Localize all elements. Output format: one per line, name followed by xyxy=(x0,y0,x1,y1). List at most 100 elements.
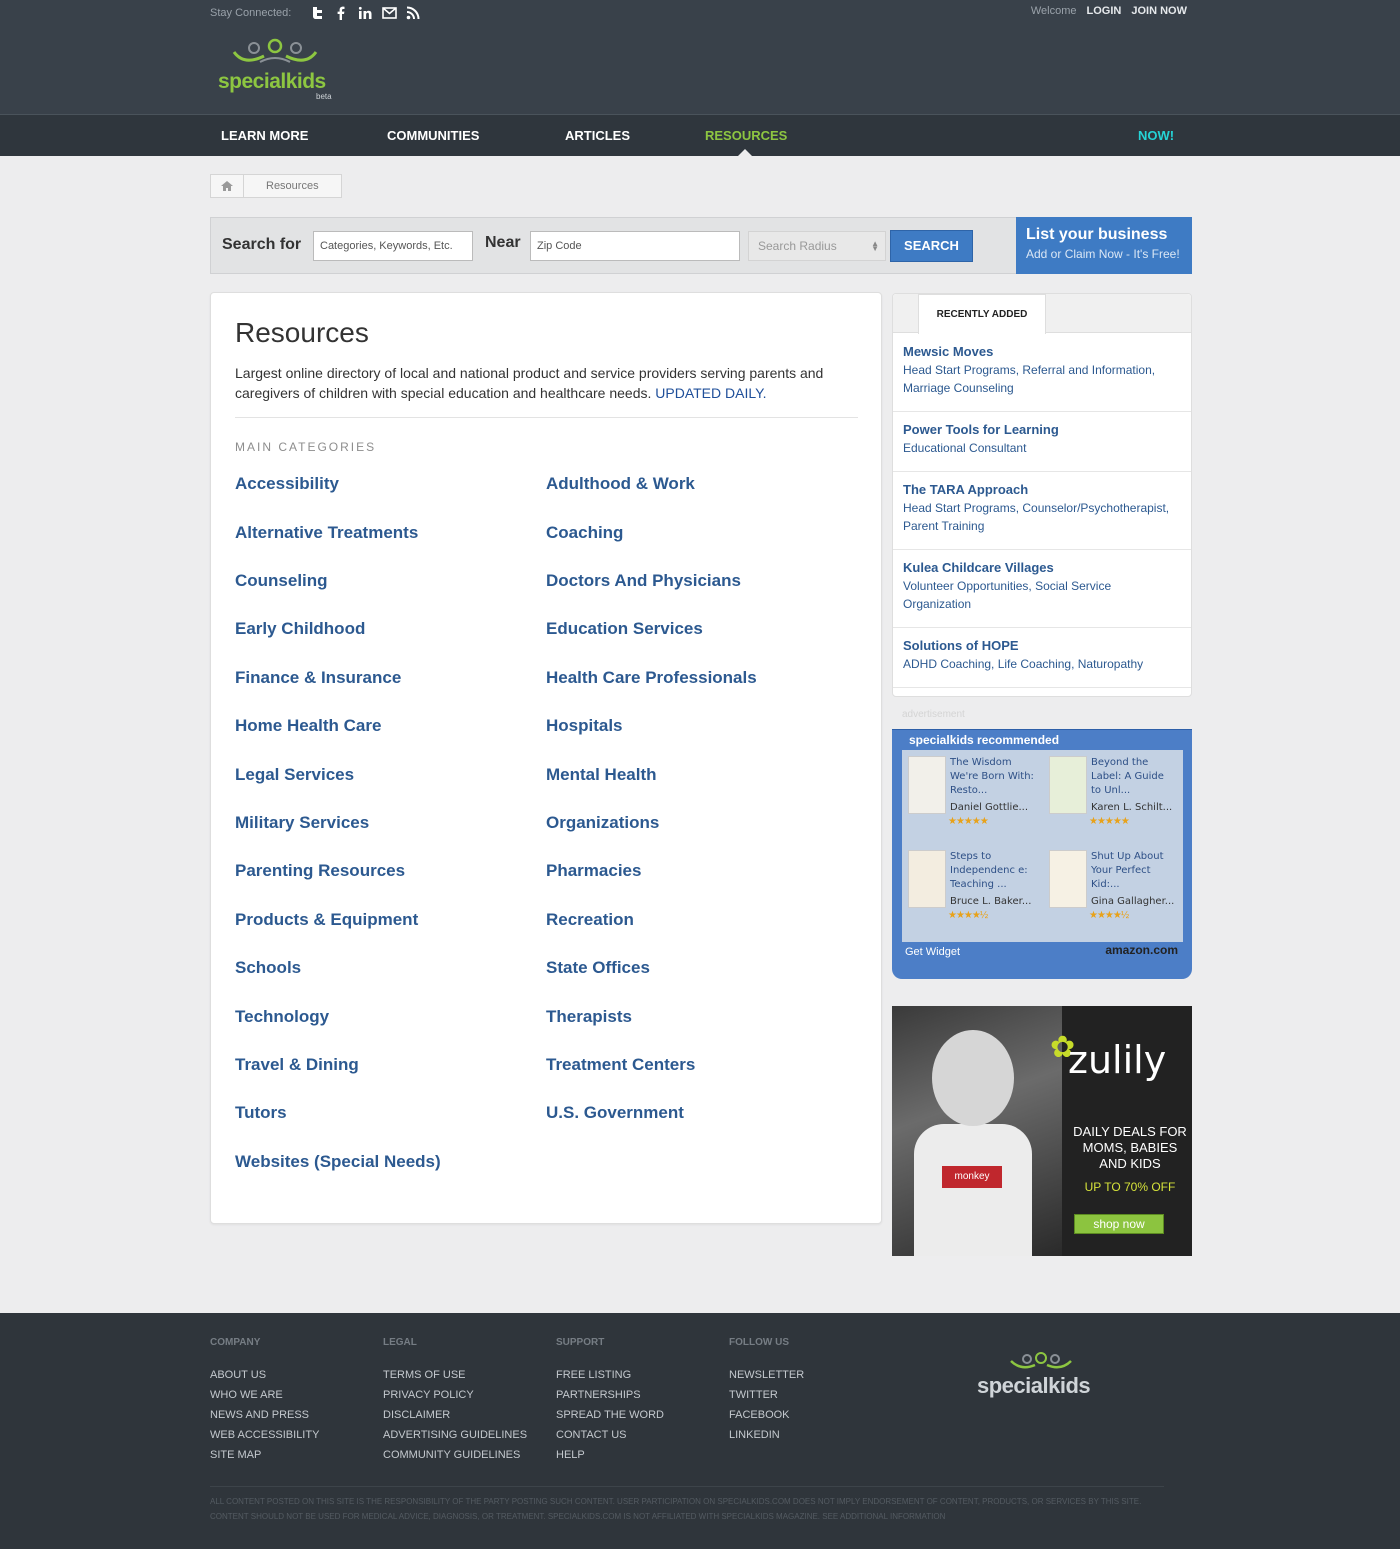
category-link[interactable]: Coaching xyxy=(546,523,623,543)
linkedin-icon[interactable] xyxy=(357,5,373,21)
footer-link[interactable]: ADVERTISING GUIDELINES xyxy=(383,1425,527,1445)
rss-icon[interactable] xyxy=(405,5,421,21)
category-link[interactable]: Tutors xyxy=(235,1103,287,1123)
listing-name[interactable]: Solutions of HOPE xyxy=(903,638,1181,653)
footer-link[interactable]: SITE MAP xyxy=(210,1445,319,1465)
baby-shirt xyxy=(914,1124,1032,1256)
footer-logo-text: specialkids xyxy=(977,1373,1091,1398)
category-link[interactable]: Recreation xyxy=(546,910,634,930)
category-link[interactable]: Technology xyxy=(235,1007,329,1027)
nav-resources[interactable]: RESOURCES xyxy=(705,128,787,143)
shop-now-button[interactable]: shop now xyxy=(1074,1214,1164,1234)
book-title[interactable]: Shut Up About Your Perfect Kid:... xyxy=(1091,850,1177,892)
nav-now[interactable]: NOW! xyxy=(1138,128,1174,143)
list-item[interactable]: The TARA Approach Head Start Programs, C… xyxy=(893,472,1191,550)
site-logo[interactable]: specialkids beta xyxy=(218,38,348,101)
book-item[interactable]: The Wisdom We're Born With: Resto... Dan… xyxy=(902,750,1042,840)
footer-link[interactable]: PARTNERSHIPS xyxy=(556,1385,664,1405)
book-title[interactable]: Steps to Independenc e: Teaching ... xyxy=(950,850,1036,892)
listing-name[interactable]: Power Tools for Learning xyxy=(903,422,1181,437)
category-link[interactable]: Travel & Dining xyxy=(235,1055,359,1075)
category-link[interactable]: Websites (Special Needs) xyxy=(235,1152,441,1172)
category-link[interactable]: Home Health Care xyxy=(235,716,381,736)
list-business-button[interactable]: List your business Add or Claim Now - It… xyxy=(1016,217,1192,274)
search-radius-select[interactable]: Search Radius ▲ ▼ xyxy=(748,231,886,261)
footer-link[interactable]: DISCLAIMER xyxy=(383,1405,527,1425)
category-link[interactable]: Alternative Treatments xyxy=(235,523,418,543)
book-title[interactable]: The Wisdom We're Born With: Resto... xyxy=(950,756,1036,798)
listing-categories[interactable]: Educational Consultant xyxy=(903,439,1181,457)
category-link[interactable]: Pharmacies xyxy=(546,861,641,881)
category-link[interactable]: Parenting Resources xyxy=(235,861,405,881)
join-now-link[interactable]: JOIN NOW xyxy=(1131,5,1187,17)
amazon-logo[interactable]: amazon.com xyxy=(1105,943,1178,957)
login-link[interactable]: LOGIN xyxy=(1087,5,1122,17)
search-button[interactable]: SEARCH xyxy=(890,230,973,262)
footer-link[interactable]: NEWS AND PRESS xyxy=(210,1405,319,1425)
category-link[interactable]: Hospitals xyxy=(546,716,623,736)
listing-name[interactable]: The TARA Approach xyxy=(903,482,1181,497)
listing-categories[interactable]: ADHD Coaching, Life Coaching, Naturopath… xyxy=(903,655,1181,673)
list-item[interactable]: Solutions of HOPE ADHD Coaching, Life Co… xyxy=(893,628,1191,688)
footer-link[interactable]: LINKEDIN xyxy=(729,1425,804,1445)
listing-name[interactable]: Kulea Childcare Villages xyxy=(903,560,1181,575)
category-link[interactable]: Military Services xyxy=(235,813,369,833)
listing-categories[interactable]: Volunteer Opportunities, Social Service … xyxy=(903,577,1181,613)
category-link[interactable]: Accessibility xyxy=(235,474,339,494)
book-item[interactable]: Beyond the Label: A Guide to Unl... Kare… xyxy=(1043,750,1183,840)
category-link[interactable]: U.S. Government xyxy=(546,1103,684,1123)
footer-link[interactable]: TERMS OF USE xyxy=(383,1365,527,1385)
home-icon[interactable] xyxy=(210,174,244,198)
listing-name[interactable]: Mewsic Moves xyxy=(903,344,1181,359)
breadcrumb-current[interactable]: Resources xyxy=(244,174,342,198)
category-link[interactable]: Doctors And Physicians xyxy=(546,571,741,591)
category-link[interactable]: Schools xyxy=(235,958,301,978)
category-link[interactable]: State Offices xyxy=(546,958,650,978)
category-link[interactable]: Health Care Professionals xyxy=(546,668,757,688)
listing-categories[interactable]: Head Start Programs, Referral and Inform… xyxy=(903,361,1181,397)
book-item[interactable]: Steps to Independenc e: Teaching ... Bru… xyxy=(902,844,1042,934)
category-link[interactable]: Education Services xyxy=(546,619,703,639)
footer-link[interactable]: FACEBOOK xyxy=(729,1405,804,1425)
category-link[interactable]: Products & Equipment xyxy=(235,910,418,930)
category-link[interactable]: Adulthood & Work xyxy=(546,474,695,494)
twitter-icon[interactable] xyxy=(309,5,325,21)
category-link[interactable]: Treatment Centers xyxy=(546,1055,695,1075)
tab-recently-added[interactable]: RECENTLY ADDED xyxy=(918,294,1046,334)
footer-link[interactable]: NEWSLETTER xyxy=(729,1365,804,1385)
get-widget-link[interactable]: Get Widget xyxy=(905,946,960,958)
category-link[interactable]: Organizations xyxy=(546,813,659,833)
email-icon[interactable] xyxy=(381,5,397,21)
footer-link[interactable]: COMMUNITY GUIDELINES xyxy=(383,1445,527,1465)
listing-categories[interactable]: Head Start Programs, Counselor/Psychothe… xyxy=(903,499,1181,535)
footer-link[interactable]: ABOUT US xyxy=(210,1365,319,1385)
footer-link[interactable]: WHO WE ARE xyxy=(210,1385,319,1405)
footer-link[interactable]: WEB ACCESSIBILITY xyxy=(210,1425,319,1445)
category-link[interactable]: Finance & Insurance xyxy=(235,668,401,688)
footer-link[interactable]: CONTACT US xyxy=(556,1425,664,1445)
nav-learn-more[interactable]: LEARN MORE xyxy=(221,128,308,143)
footer-link[interactable]: TWITTER xyxy=(729,1385,804,1405)
footer-link[interactable]: PRIVACY POLICY xyxy=(383,1385,527,1405)
category-link[interactable]: Legal Services xyxy=(235,765,354,785)
book-title[interactable]: Beyond the Label: A Guide to Unl... xyxy=(1091,756,1177,798)
list-item[interactable]: Power Tools for Learning Educational Con… xyxy=(893,412,1191,472)
nav-articles[interactable]: ARTICLES xyxy=(565,128,630,143)
category-link[interactable]: Mental Health xyxy=(546,765,657,785)
zip-code-input[interactable]: Zip Code xyxy=(530,231,740,261)
footer-link[interactable]: SPREAD THE WORD xyxy=(556,1405,664,1425)
main-nav: LEARN MORE COMMUNITIES ARTICLES RESOURCE… xyxy=(0,114,1400,156)
keyword-input[interactable]: Categories, Keywords, Etc. xyxy=(313,231,473,261)
footer-link[interactable]: HELP xyxy=(556,1445,664,1465)
category-link[interactable]: Therapists xyxy=(546,1007,632,1027)
footer-link[interactable]: FREE LISTING xyxy=(556,1365,664,1385)
list-item[interactable]: Kulea Childcare Villages Volunteer Oppor… xyxy=(893,550,1191,628)
list-item[interactable]: Mewsic Moves Head Start Programs, Referr… xyxy=(893,334,1191,412)
zulily-ad[interactable]: monkey ✿ zulily DAILY DEALS FOR MOMS, BA… xyxy=(892,1006,1192,1256)
nav-communities[interactable]: COMMUNITIES xyxy=(387,128,479,143)
facebook-icon[interactable] xyxy=(333,5,349,21)
category-link[interactable]: Early Childhood xyxy=(235,619,365,639)
category-link[interactable]: Counseling xyxy=(235,571,328,591)
book-item[interactable]: Shut Up About Your Perfect Kid:... Gina … xyxy=(1043,844,1183,934)
page-title: Resources xyxy=(235,317,369,348)
